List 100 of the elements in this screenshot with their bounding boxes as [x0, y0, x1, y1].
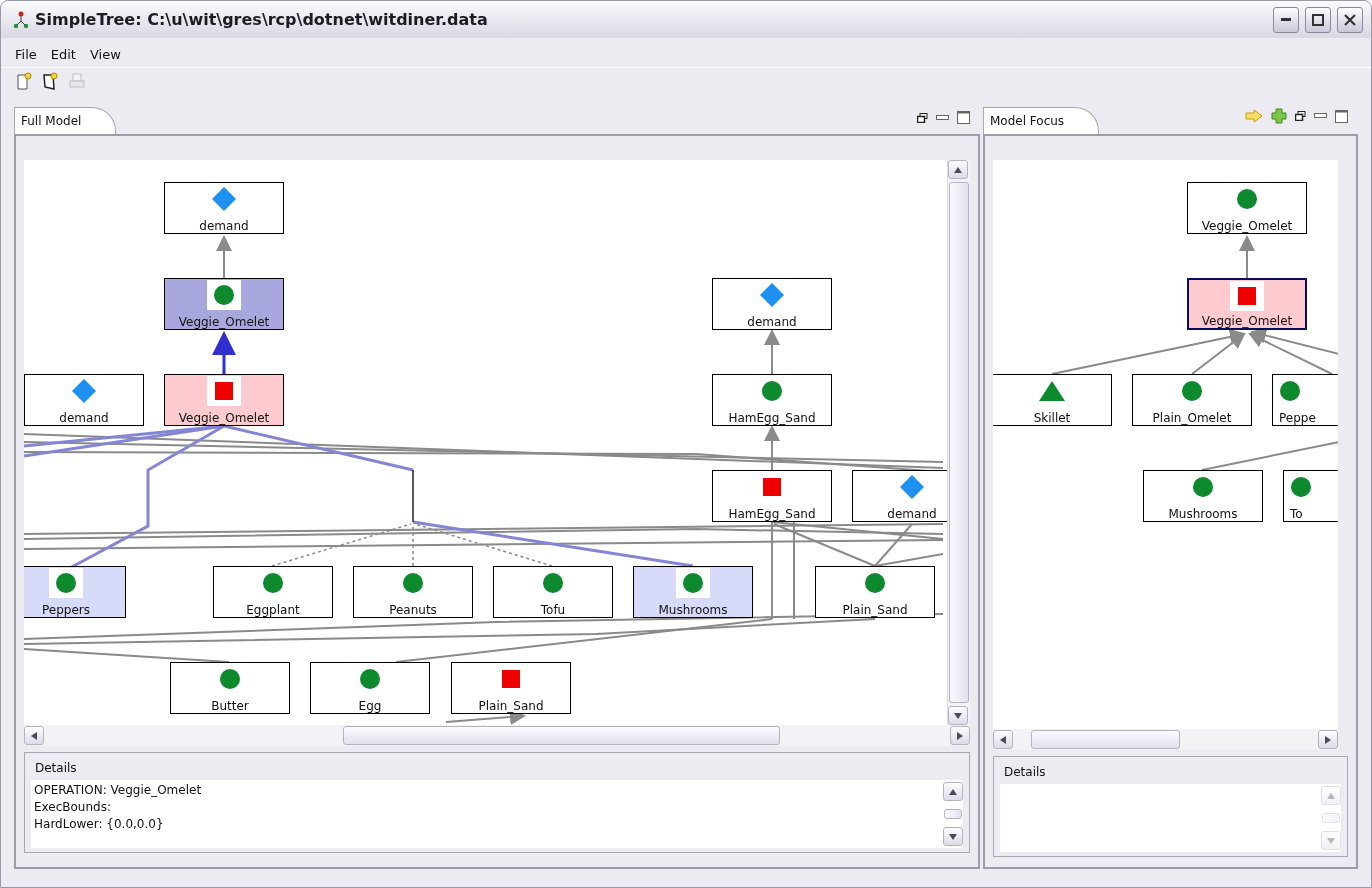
circle-icon: [213, 284, 235, 306]
circle-icon: [1236, 188, 1258, 210]
restore-icon[interactable]: [1295, 111, 1306, 121]
scroll-thumb[interactable]: [949, 182, 969, 703]
node-label: Egg: [358, 699, 382, 713]
details-line: OPERATION: Veggie_Omelet: [34, 782, 203, 799]
arrow: [764, 425, 780, 471]
circle-icon: [682, 572, 704, 594]
diamond-icon: [211, 186, 237, 212]
circle-icon: [761, 380, 783, 402]
menu-item[interactable]: View: [89, 47, 121, 63]
node-label: Eggplant: [246, 603, 300, 617]
circle-icon: [1279, 380, 1301, 402]
circle-icon: [542, 572, 564, 594]
square-icon: [502, 670, 520, 688]
node-label: Plain_Sand: [842, 603, 908, 617]
details-line: ExecBounds:: [34, 799, 112, 816]
plus-icon[interactable]: [1271, 108, 1287, 124]
node-label: Peppe: [1278, 411, 1316, 425]
details-line: HardLower: {0.0,0.0}: [34, 816, 165, 833]
scroll-down-button[interactable]: [948, 706, 968, 725]
details-label: Details: [1003, 764, 1047, 781]
arrow: [216, 235, 232, 279]
diamond-icon: [899, 474, 925, 500]
printer-icon: [68, 71, 86, 90]
circle-icon: [402, 572, 424, 594]
down-arrow-icon: [1326, 836, 1336, 845]
node-label: HamEgg_Sand: [728, 507, 816, 521]
scroll-thumb[interactable]: [1031, 730, 1180, 749]
up-arrow-icon: [953, 165, 963, 174]
diamond-icon: [71, 378, 97, 404]
restore-icon[interactable]: [917, 112, 928, 123]
circle-icon: [1192, 476, 1214, 498]
arrow: [764, 329, 780, 375]
square-icon: [763, 478, 781, 496]
scroll-down-button[interactable]: [943, 827, 963, 846]
down-arrow-icon: [953, 711, 963, 720]
node-label: Veggie_Omelet: [1201, 314, 1293, 328]
node-label: Mushrooms: [1168, 507, 1238, 521]
right-arrow-icon: [956, 730, 964, 741]
minimize-icon: [1281, 17, 1291, 22]
right-arrow-icon: [1324, 734, 1332, 745]
arrow: [1239, 235, 1255, 279]
maximize-icon: [1312, 13, 1324, 26]
close-icon: [1344, 13, 1356, 26]
node-label: demand: [59, 411, 109, 425]
maximize-icon[interactable]: [957, 111, 970, 124]
new-file-icon: [16, 71, 34, 90]
minimize-icon[interactable]: [1314, 113, 1327, 119]
node-label: demand: [747, 315, 797, 329]
down-arrow-icon: [948, 832, 958, 841]
maximize-icon[interactable]: [1335, 109, 1348, 123]
arrow: [212, 331, 236, 374]
node-label: Mushrooms: [658, 603, 728, 617]
node-label: Butter: [211, 699, 249, 713]
triangle-icon: [1039, 381, 1065, 401]
node-label: Plain_Omelet: [1152, 411, 1232, 425]
square-icon: [215, 382, 233, 400]
node-label: Skillet: [1033, 411, 1071, 425]
node-label: Tofu: [540, 603, 566, 617]
diamond-icon: [759, 282, 785, 308]
minimize-icon[interactable]: [936, 114, 949, 121]
menu-item[interactable]: Edit: [50, 47, 76, 63]
app-logo-icon: [13, 10, 29, 29]
node-label: Peppers: [42, 603, 90, 617]
node-label: Plain_Sand: [478, 699, 544, 713]
up-arrow-icon: [948, 787, 958, 796]
details-label: Details: [34, 760, 78, 777]
scroll-up-button[interactable]: [948, 160, 968, 179]
maximize-button[interactable]: [1305, 6, 1331, 33]
close-button[interactable]: [1337, 6, 1363, 33]
menu-item[interactable]: File: [15, 47, 37, 63]
window-title: SimpleTree: C:\u\wit\gres\rcp\dotnet\witdiner.data: [35, 10, 489, 30]
circle-icon: [1290, 476, 1312, 498]
node-label: demand: [199, 219, 249, 233]
scroll-right-button[interactable]: [1318, 730, 1338, 749]
scroll-up-button[interactable]: [943, 782, 963, 801]
square-icon: [1238, 287, 1256, 305]
scroll-left-button[interactable]: [24, 726, 44, 745]
scroll-thumb[interactable]: [342, 726, 780, 745]
circle-icon: [864, 572, 886, 594]
node-label: Veggie_Omelet: [1201, 219, 1293, 233]
scroll-thumb[interactable]: [944, 809, 962, 819]
circle-icon: [219, 668, 241, 690]
node-label: demand: [887, 507, 937, 521]
node-label: Peanuts: [389, 603, 437, 617]
toolbar-button[interactable]: [41, 70, 61, 91]
up-arrow-icon: [1326, 791, 1336, 800]
node-label: Veggie_Omelet: [178, 315, 270, 329]
circle-icon: [55, 572, 77, 594]
panel-tab[interactable]: Full Model: [14, 107, 117, 134]
circle-icon: [262, 572, 284, 594]
scroll-left-button[interactable]: [993, 730, 1013, 749]
panel-tab[interactable]: Model Focus: [983, 107, 1100, 134]
left-arrow-icon: [999, 734, 1007, 745]
minimize-button[interactable]: [1273, 6, 1299, 33]
left-arrow-icon: [30, 730, 38, 741]
scroll-right-button[interactable]: [950, 726, 970, 745]
node-label: HamEgg_Sand: [728, 411, 816, 425]
node-label: To: [1289, 507, 1303, 521]
